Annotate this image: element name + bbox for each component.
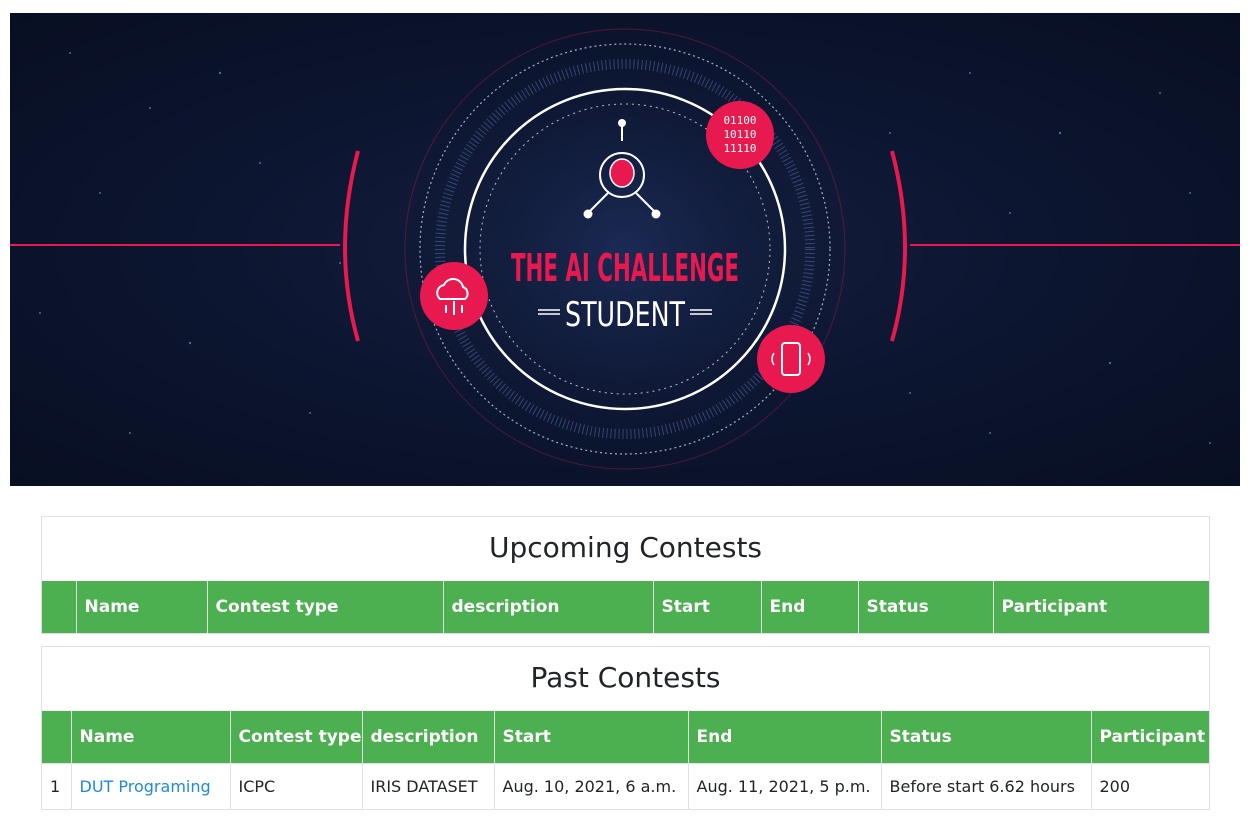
binary-badge: 01100 10110 11110: [706, 101, 774, 169]
column-header-description[interactable]: description: [442, 581, 653, 633]
banner-title: THE AI CHALLENGE: [511, 246, 739, 290]
past-contests-title: Past Contests: [530, 661, 721, 694]
description-cell: IRIS DATASET: [361, 762, 494, 809]
cloud-icon: [420, 262, 488, 330]
table-row: 1 DUT Programing ICPC IRIS DATASET Aug. …: [42, 762, 1209, 809]
column-header-end[interactable]: End: [687, 711, 881, 763]
table-header-row: Name Contest type description Start End …: [42, 581, 1209, 633]
start-cell: Aug. 10, 2021, 6 a.m.: [493, 762, 688, 809]
column-header-contest-type[interactable]: Contest type: [229, 711, 362, 763]
column-header-name[interactable]: Name: [70, 711, 230, 763]
svg-text:10110: 10110: [723, 128, 756, 141]
column-header-end[interactable]: End: [760, 581, 858, 633]
table-header-row: Name Contest type description Start End …: [42, 711, 1209, 763]
upcoming-contests-title: Upcoming Contests: [488, 531, 763, 564]
banner-image: THE AI CHALLENGE STUDENT 01100 10110 111…: [10, 13, 1240, 486]
banner-graphic: THE AI CHALLENGE STUDENT 01100 10110 111…: [10, 19, 1240, 479]
past-contests-panel: Past Contests Name Contest type descript…: [41, 646, 1210, 810]
contest-name-cell: DUT Programing: [70, 762, 230, 809]
svg-text:01100: 01100: [723, 114, 756, 127]
phone-icon: [757, 325, 825, 393]
column-header-start[interactable]: Start: [652, 581, 761, 633]
contest-type-cell: ICPC: [229, 762, 362, 809]
past-contests-table: Name Contest type description Start End …: [42, 711, 1209, 809]
svg-text:11110: 11110: [723, 142, 756, 155]
column-header-status[interactable]: Status: [880, 711, 1091, 763]
contest-name-link[interactable]: DUT Programing: [80, 777, 211, 796]
column-header-contest-type[interactable]: Contest type: [206, 581, 443, 633]
column-header-start[interactable]: Start: [493, 711, 688, 763]
column-header-index: [42, 711, 71, 763]
end-cell: Aug. 11, 2021, 5 p.m.: [687, 762, 881, 809]
column-header-description[interactable]: description: [361, 711, 494, 763]
row-index: 1: [42, 762, 71, 809]
upcoming-contests-table: Name Contest type description Start End …: [42, 581, 1209, 633]
column-header-name[interactable]: Name: [75, 581, 207, 633]
status-cell: Before start 6.62 hours: [880, 762, 1091, 809]
banner-subtitle: STUDENT: [565, 295, 685, 335]
column-header-participant[interactable]: Participant: [1090, 711, 1209, 763]
upcoming-contests-panel: Upcoming Contests Name Contest type desc…: [41, 516, 1210, 634]
column-header-participant[interactable]: Participant: [992, 581, 1209, 633]
column-header-status[interactable]: Status: [857, 581, 993, 633]
column-header-index: [42, 581, 76, 633]
participant-cell: 200: [1090, 762, 1209, 809]
